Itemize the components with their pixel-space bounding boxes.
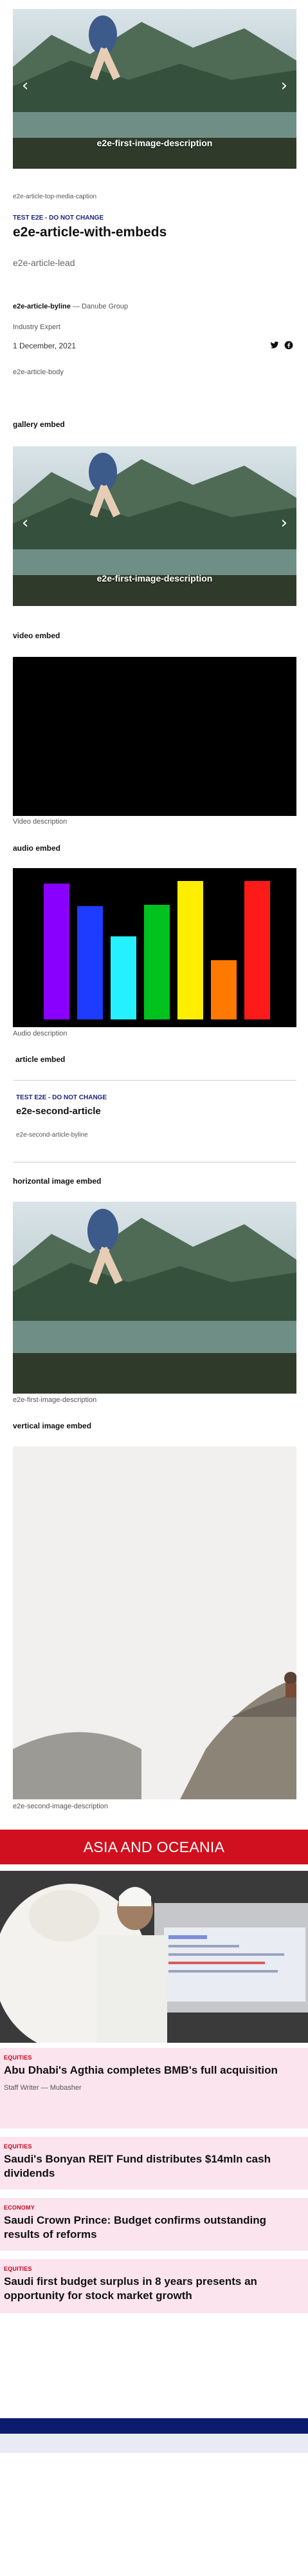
gallery-embed-next-arrow[interactable]: › [281, 515, 287, 531]
story-category[interactable]: EQUITIES [4, 2143, 304, 2150]
gallery-embed-image[interactable]: ‹ › e2e-first-image-description [13, 446, 296, 606]
story-category[interactable]: ECONOMY [4, 2204, 304, 2211]
gallery-image-caption: e2e-first-image-description [96, 138, 213, 148]
audio-bar [211, 960, 237, 1019]
trading-room-photo [0, 1871, 308, 2043]
story-title[interactable]: Saudi first budget surplus in 8 years pr… [4, 2275, 304, 2303]
region-banner[interactable]: ASIA AND OCEANIA [0, 1830, 308, 1864]
embedded-article-card[interactable]: TEST E2E - DO NOT CHANGE e2e-second-arti… [13, 1085, 296, 1159]
gallery-embed-heading: gallery embed [13, 420, 65, 429]
story-meta: Staff Writer — Mubasher [4, 2084, 82, 2092]
gallery-embed-caption: e2e-first-image-description [96, 573, 213, 583]
byline-name[interactable]: e2e-article-byline [13, 303, 71, 310]
audio-bar [177, 881, 203, 1019]
story-card[interactable]: EQUITIES Saudi's Bonyan REIT Fund distri… [0, 2137, 308, 2190]
story-card[interactable]: ECONOMY Saudi Crown Prince: Budget confi… [0, 2198, 308, 2251]
audio-player[interactable] [13, 868, 296, 1027]
audio-embed-heading: audio embed [13, 844, 61, 853]
horizontal-image [13, 1202, 296, 1394]
story-title[interactable]: Saudi's Bonyan REIT Fund distributes $14… [4, 2152, 304, 2181]
embedded-article-kicker: TEST E2E - DO NOT CHANGE [16, 1094, 107, 1101]
vertical-image-heading: vertical image embed [13, 1421, 92, 1430]
top-gallery-image[interactable]: ‹ › e2e-first-image-description [13, 9, 296, 169]
lake-jump-photo [13, 1202, 296, 1394]
video-embed-heading: video embed [13, 631, 60, 640]
article-body: e2e-article-body [13, 368, 64, 376]
article-lead: e2e-article-lead [13, 258, 75, 268]
audio-bar [77, 906, 103, 1019]
story-title[interactable]: Saudi Crown Prince: Budget confirms outs… [4, 2213, 304, 2242]
article-date: 1 December, 2021 [13, 341, 77, 350]
gallery-next-arrow[interactable]: › [281, 77, 287, 94]
story-category[interactable]: EQUITIES [4, 2266, 304, 2272]
byline-org: Danube Group [82, 303, 129, 310]
byline-separator: — [70, 303, 82, 310]
byline-role: Industry Expert [13, 323, 60, 331]
article-byline: e2e-article-byline — Danube Group [13, 303, 128, 310]
embedded-article-byline: e2e-second-article-byline [16, 1132, 88, 1139]
story-card[interactable]: EQUITIES Saudi first budget surplus in 8… [0, 2259, 308, 2313]
audio-bar [244, 881, 270, 1019]
story-card[interactable]: EQUITIES Abu Dhabi's Agthia completes BM… [0, 2048, 308, 2128]
facebook-icon[interactable] [284, 341, 293, 350]
audio-bar [144, 905, 170, 1019]
audio-bar [111, 936, 136, 1019]
audio-bar [44, 884, 69, 1019]
article-kicker: TEST E2E - DO NOT CHANGE [13, 214, 104, 222]
embedded-article-title[interactable]: e2e-second-article [16, 1106, 101, 1117]
audio-spectrum-visual [44, 881, 270, 1019]
video-description: Video description [13, 818, 68, 826]
audio-description: Audio description [13, 1030, 68, 1037]
gallery-prev-arrow[interactable]: ‹ [22, 77, 28, 94]
footer-bar [0, 2418, 308, 2434]
gallery-embed-prev-arrow[interactable]: ‹ [22, 515, 28, 531]
region-banner-label: ASIA AND OCEANIA [83, 1838, 225, 1855]
story-title[interactable]: Abu Dhabi's Agthia completes BMB's full … [4, 2063, 304, 2078]
top-media-caption: e2e-article-top-media-caption [13, 193, 97, 200]
vertical-image [13, 1446, 296, 1799]
article-embed-heading: article embed [15, 1055, 66, 1064]
horizontal-image-heading: horizontal image embed [13, 1177, 102, 1186]
vertical-image-caption: e2e-second-image-description [13, 1803, 108, 1810]
rock-fog-photo [13, 1446, 296, 1799]
article-title: e2e-article-with-embeds [13, 225, 167, 240]
footer-strip [0, 2434, 308, 2453]
video-player[interactable] [13, 657, 296, 816]
twitter-icon[interactable] [270, 341, 279, 350]
story-hero-image[interactable] [0, 1871, 308, 2043]
article-embed-top-divider [13, 1080, 296, 1081]
story-category[interactable]: EQUITIES [4, 2054, 304, 2061]
horizontal-image-caption: e2e-first-image-description [13, 1396, 97, 1404]
